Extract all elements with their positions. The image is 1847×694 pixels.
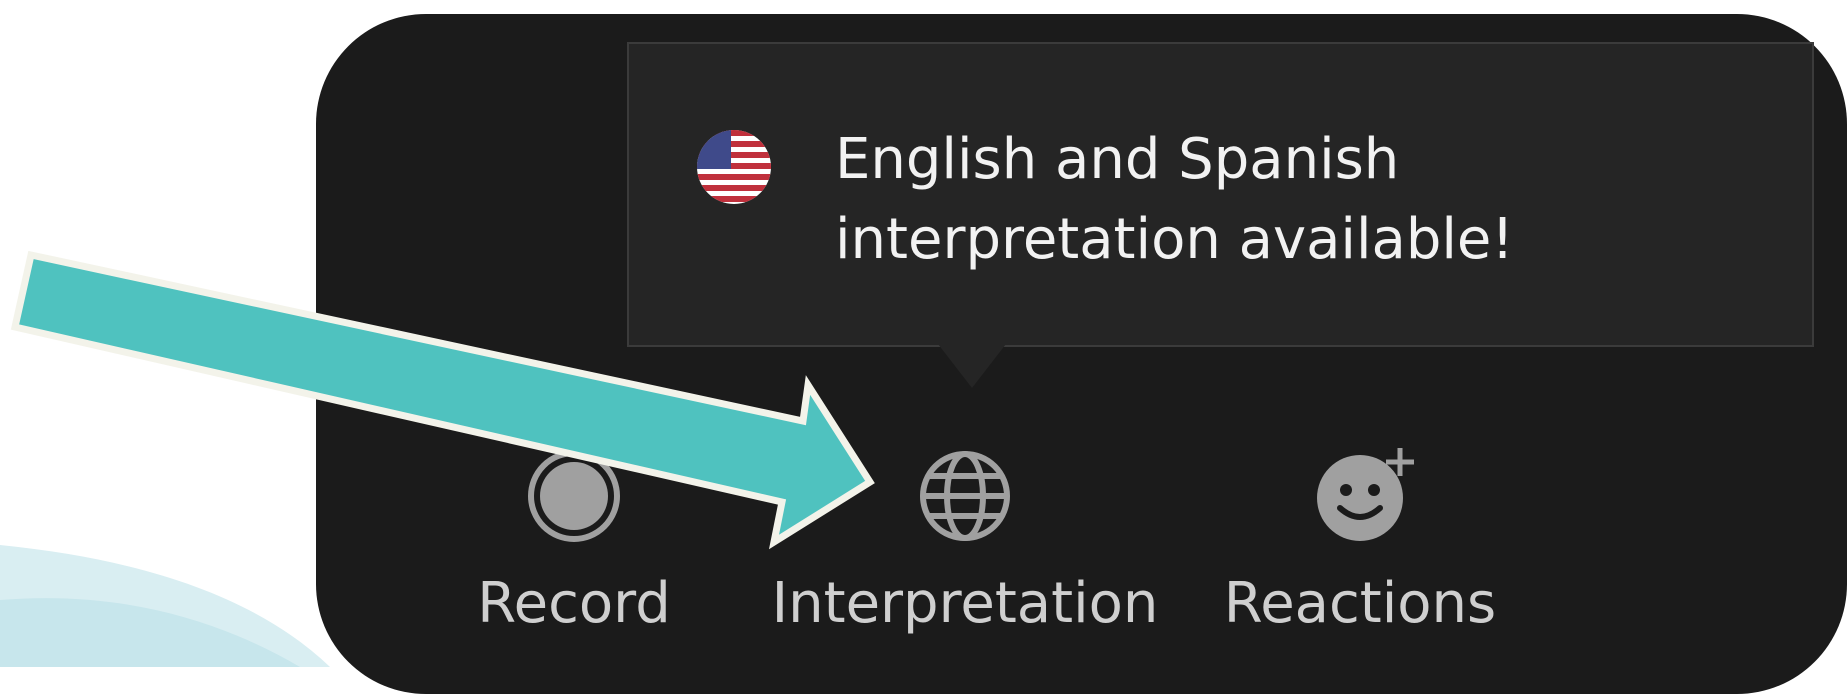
tooltip-line-2: interpretation available! [835,207,1514,272]
tooltip-message: English and Spanish interpretation avail… [835,120,1735,280]
reactions-label: Reactions [1223,571,1497,636]
record-icon [528,450,620,542]
emoji-add-icon [1317,448,1414,541]
interpretation-label: Interpretation [771,571,1159,636]
tooltip-caret [938,344,1006,388]
us-flag-icon [697,130,771,204]
record-label: Record [477,571,671,636]
tooltip-line-1: English and Spanish [835,127,1400,192]
globe-icon [920,451,1010,541]
